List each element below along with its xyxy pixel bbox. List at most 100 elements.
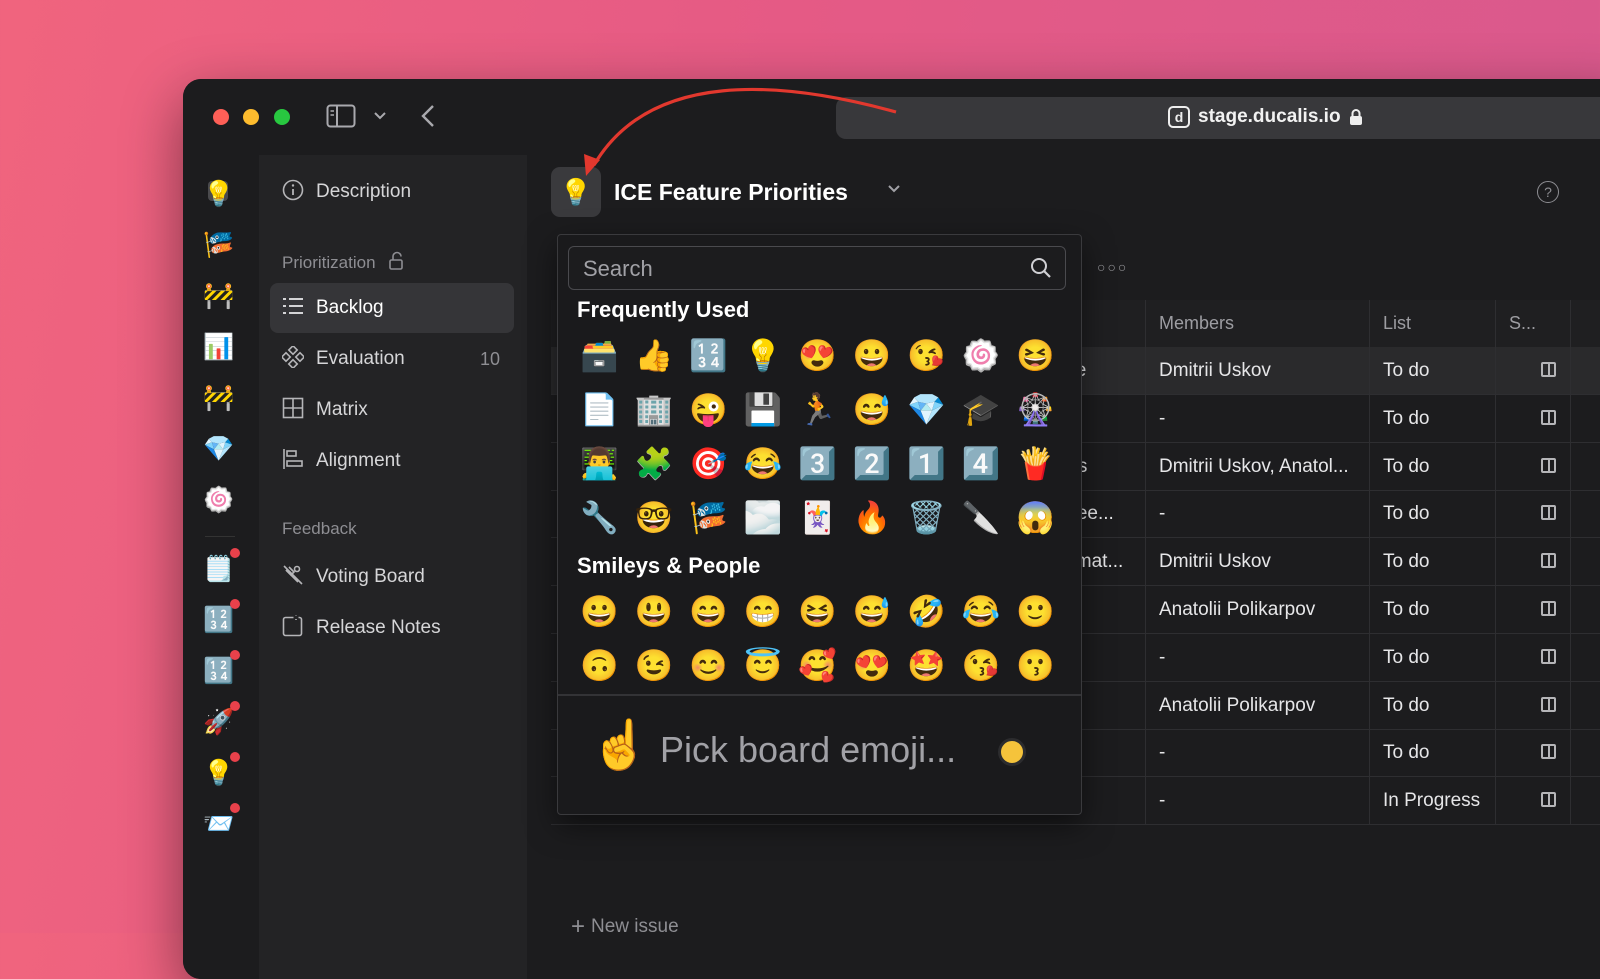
- zoom-window-button[interactable]: [274, 109, 290, 125]
- unlock-icon[interactable]: [388, 251, 406, 271]
- issue-list[interactable]: To do: [1383, 682, 1429, 729]
- rail-board-item[interactable]: 🎏: [202, 228, 236, 262]
- emoji-option[interactable]: 🎏: [681, 491, 736, 545]
- emoji-option[interactable]: 🃏: [790, 491, 845, 545]
- emoji-option[interactable]: 🗃️: [572, 329, 627, 383]
- back-arrow-icon[interactable]: [420, 103, 436, 129]
- issue-members[interactable]: Dmitrii Uskov: [1159, 538, 1364, 585]
- rail-board-item[interactable]: 📨: [202, 803, 240, 841]
- issue-list[interactable]: To do: [1383, 729, 1429, 776]
- rail-board-item[interactable]: 🔢: [202, 650, 240, 688]
- emoji-option[interactable]: 🤓: [627, 491, 682, 545]
- issue-members[interactable]: -: [1159, 490, 1364, 537]
- emoji-option[interactable]: 😀: [572, 585, 627, 639]
- chevron-down-icon[interactable]: [887, 181, 901, 199]
- trello-icon[interactable]: [1541, 505, 1556, 521]
- emoji-option[interactable]: 😅: [845, 383, 900, 437]
- emoji-option[interactable]: 🧩: [627, 437, 682, 491]
- emoji-option[interactable]: 🤣: [899, 585, 954, 639]
- rail-board-item[interactable]: 🚧: [202, 381, 236, 415]
- emoji-option[interactable]: 😅: [845, 585, 900, 639]
- emoji-option[interactable]: 🤩: [899, 639, 954, 693]
- rail-board-item[interactable]: 🚀: [202, 701, 240, 739]
- rail-board-item[interactable]: 🔢: [202, 599, 240, 637]
- sidebar-item-release-notes[interactable]: Release Notes: [270, 603, 514, 653]
- issue-list[interactable]: To do: [1383, 347, 1429, 394]
- issue-members[interactable]: Anatolii Polikarpov: [1159, 682, 1364, 729]
- emoji-option[interactable]: 🔢: [681, 329, 736, 383]
- column-header-list[interactable]: List: [1383, 300, 1411, 347]
- column-header-members[interactable]: Members: [1159, 300, 1234, 347]
- issue-list[interactable]: To do: [1383, 395, 1429, 442]
- emoji-option[interactable]: 🍥: [954, 329, 1009, 383]
- board-emoji-button[interactable]: 💡: [551, 167, 601, 217]
- issue-members[interactable]: -: [1159, 634, 1364, 681]
- sidebar-item-matrix[interactable]: Matrix: [270, 385, 514, 435]
- emoji-option[interactable]: 😍: [790, 329, 845, 383]
- issue-list[interactable]: To do: [1383, 538, 1429, 585]
- emoji-option[interactable]: 😂: [736, 437, 791, 491]
- trello-icon[interactable]: [1541, 553, 1556, 569]
- issue-members[interactable]: -: [1159, 395, 1364, 442]
- trello-icon[interactable]: [1541, 792, 1556, 808]
- emoji-option[interactable]: 🔪: [954, 491, 1009, 545]
- rail-board-item[interactable]: 💡: [202, 177, 236, 211]
- sidebar-item-voting-board[interactable]: Voting Board: [270, 552, 514, 602]
- emoji-option[interactable]: 🎡: [1008, 383, 1063, 437]
- emoji-option[interactable]: 😗: [1008, 639, 1063, 693]
- emoji-option[interactable]: 😃: [627, 585, 682, 639]
- emoji-option[interactable]: 💎: [899, 383, 954, 437]
- sidebar-item-alignment[interactable]: Alignment: [270, 436, 514, 486]
- emoji-search-input[interactable]: [581, 254, 1015, 284]
- trello-icon[interactable]: [1541, 409, 1556, 425]
- emoji-option[interactable]: 😇: [736, 639, 791, 693]
- rail-board-item[interactable]: 🗒️: [202, 548, 240, 586]
- sidebar-item-evaluation[interactable]: Evaluation 10: [270, 334, 514, 384]
- emoji-option[interactable]: 🗑️: [899, 491, 954, 545]
- emoji-option[interactable]: 2️⃣: [845, 437, 900, 491]
- trello-icon[interactable]: [1541, 696, 1556, 712]
- emoji-option[interactable]: 🙃: [572, 639, 627, 693]
- trello-icon[interactable]: [1541, 744, 1556, 760]
- emoji-option[interactable]: 😁: [736, 585, 791, 639]
- rail-board-item[interactable]: 💎: [202, 432, 236, 466]
- sidebar-item-description[interactable]: Description: [270, 167, 514, 217]
- emoji-option[interactable]: 👨‍💻: [572, 437, 627, 491]
- rail-board-item[interactable]: 📊: [202, 330, 236, 364]
- emoji-option[interactable]: 😆: [1008, 329, 1063, 383]
- emoji-option[interactable]: 🏃: [790, 383, 845, 437]
- issue-members[interactable]: -: [1159, 729, 1364, 776]
- emoji-option[interactable]: 1️⃣: [899, 437, 954, 491]
- issue-list[interactable]: To do: [1383, 634, 1429, 681]
- issue-members[interactable]: -: [1159, 777, 1364, 824]
- emoji-option[interactable]: 😊: [681, 639, 736, 693]
- help-icon[interactable]: ?: [1537, 181, 1559, 203]
- address-bar[interactable]: d stage.ducalis.io: [836, 97, 1600, 139]
- column-header-status[interactable]: S...: [1509, 300, 1536, 347]
- emoji-option[interactable]: 🔧: [572, 491, 627, 545]
- emoji-option[interactable]: 😀: [845, 329, 900, 383]
- close-window-button[interactable]: [213, 109, 229, 125]
- sidebar-item-backlog[interactable]: Backlog: [270, 283, 514, 333]
- trello-icon[interactable]: [1541, 648, 1556, 664]
- emoji-option[interactable]: 📄: [572, 383, 627, 437]
- issue-list[interactable]: To do: [1383, 443, 1429, 490]
- emoji-option[interactable]: 🥰: [790, 639, 845, 693]
- sidebar-toggle-icon[interactable]: [326, 104, 356, 128]
- more-options-icon[interactable]: ○○○: [1097, 259, 1128, 275]
- emoji-option[interactable]: 😍: [845, 639, 900, 693]
- emoji-option[interactable]: 😆: [790, 585, 845, 639]
- issue-members[interactable]: Anatolii Polikarpov: [1159, 586, 1364, 633]
- issue-members[interactable]: Dmitrii Uskov, Anatol...: [1159, 443, 1364, 490]
- emoji-option[interactable]: 3️⃣: [790, 437, 845, 491]
- emoji-option[interactable]: 🎯: [681, 437, 736, 491]
- emoji-option[interactable]: 😄: [681, 585, 736, 639]
- emoji-option[interactable]: 🍟: [1008, 437, 1063, 491]
- emoji-option[interactable]: 😘: [954, 639, 1009, 693]
- emoji-option[interactable]: 😱: [1008, 491, 1063, 545]
- issue-list[interactable]: To do: [1383, 586, 1429, 633]
- emoji-option[interactable]: 💡: [736, 329, 791, 383]
- emoji-option[interactable]: 💾: [736, 383, 791, 437]
- emoji-option[interactable]: 🙂: [1008, 585, 1063, 639]
- trello-icon[interactable]: [1541, 601, 1556, 616]
